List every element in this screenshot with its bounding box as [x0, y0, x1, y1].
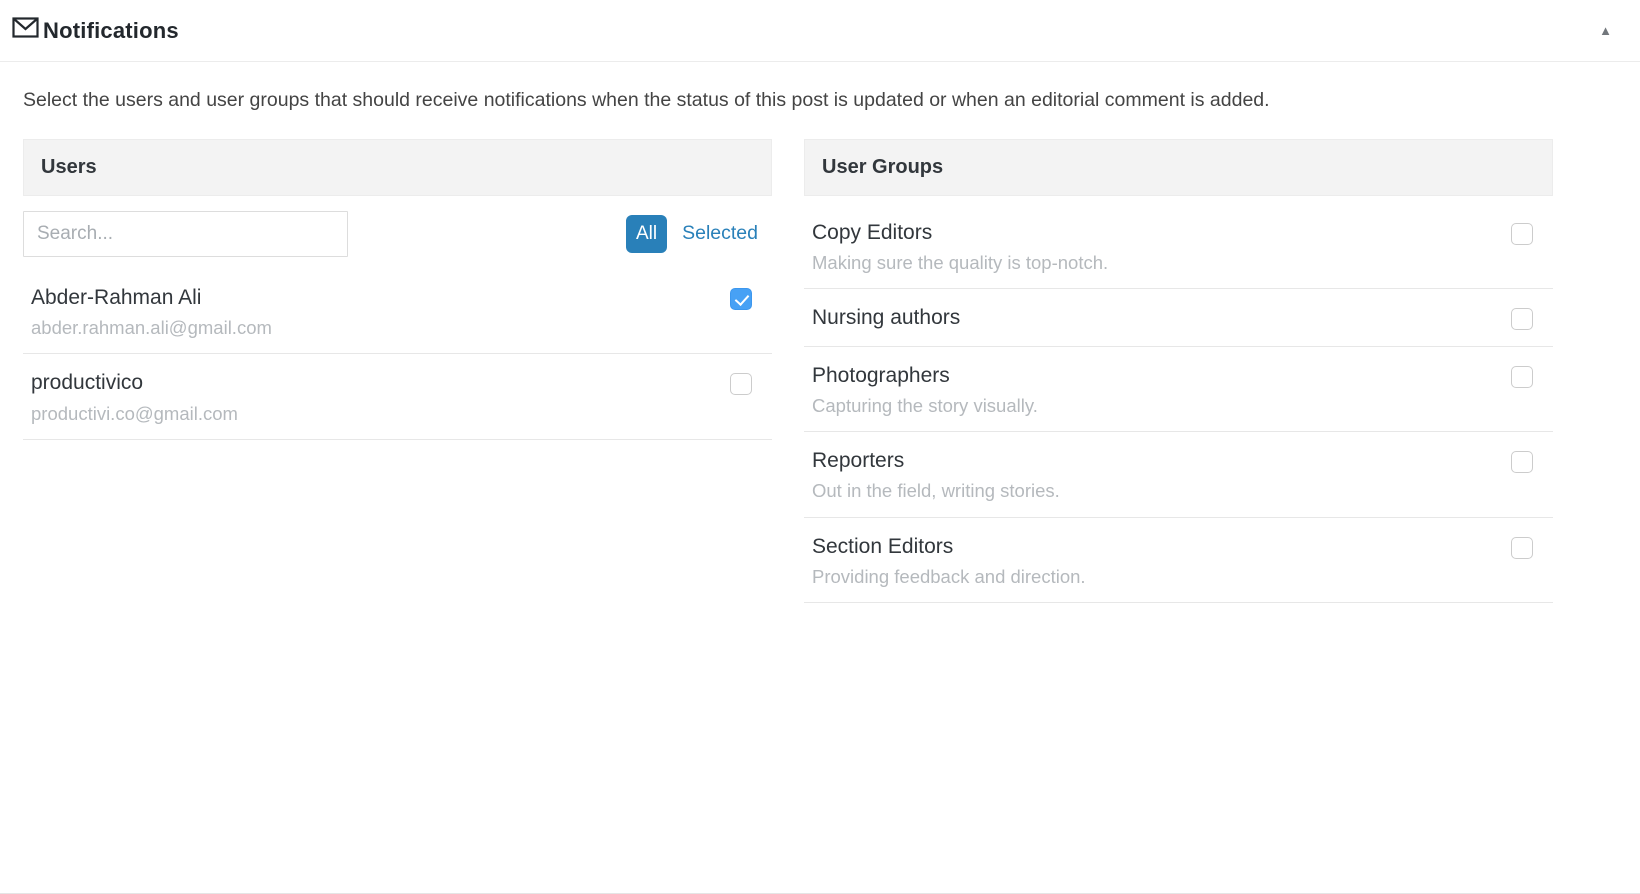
user-groups-list: Copy Editors Making sure the quality is …: [804, 196, 1553, 603]
users-search-input[interactable]: [23, 211, 348, 257]
envelope-icon: [12, 17, 39, 38]
user-name: productivico: [31, 370, 238, 396]
group-checkbox[interactable]: [1511, 537, 1533, 559]
group-list-item[interactable]: Section Editors Providing feedback and d…: [804, 518, 1553, 603]
group-list-item[interactable]: Nursing authors: [804, 289, 1553, 346]
users-panel-header: Users: [23, 139, 772, 196]
metabox-body: Select the users and user groups that sh…: [0, 62, 1640, 603]
group-name: Photographers: [812, 363, 1038, 389]
group-description: Capturing the story visually.: [812, 395, 1038, 417]
user-groups-panel-header: User Groups: [804, 139, 1553, 196]
user-email: productivi.co@gmail.com: [31, 403, 238, 425]
group-checkbox[interactable]: [1511, 366, 1533, 388]
group-description: Providing feedback and direction.: [812, 566, 1086, 588]
group-text: Section Editors Providing feedback and d…: [812, 534, 1086, 588]
notifications-description: Select the users and user groups that sh…: [23, 89, 1553, 112]
user-checkbox[interactable]: [730, 288, 752, 310]
group-name: Section Editors: [812, 534, 1086, 560]
collapse-toggle-icon[interactable]: ▲: [1593, 18, 1618, 43]
metabox-title: Notifications: [43, 18, 179, 44]
user-text: Abder-Rahman Ali abder.rahman.ali@gmail.…: [31, 285, 272, 339]
user-checkbox[interactable]: [730, 373, 752, 395]
users-toolbar: All Selected: [23, 211, 772, 257]
user-list-item[interactable]: Abder-Rahman Ali abder.rahman.ali@gmail.…: [23, 269, 772, 354]
group-text: Copy Editors Making sure the quality is …: [812, 220, 1108, 274]
group-name: Nursing authors: [812, 305, 960, 331]
group-checkbox[interactable]: [1511, 308, 1533, 330]
filter-all-button[interactable]: All: [626, 215, 667, 254]
user-groups-panel: User Groups Copy Editors Making sure the…: [804, 139, 1553, 603]
filter-selected-link[interactable]: Selected: [682, 222, 758, 245]
group-text: Nursing authors: [812, 305, 960, 331]
group-name: Reporters: [812, 448, 1060, 474]
metabox-header: Notifications ▲: [0, 0, 1640, 62]
users-filter-group: All Selected: [626, 215, 758, 254]
user-name: Abder-Rahman Ali: [31, 285, 272, 311]
user-email: abder.rahman.ali@gmail.com: [31, 317, 272, 339]
users-list: Abder-Rahman Ali abder.rahman.ali@gmail.…: [23, 269, 772, 440]
group-text: Reporters Out in the field, writing stor…: [812, 448, 1060, 502]
group-checkbox[interactable]: [1511, 451, 1533, 473]
group-description: Making sure the quality is top-notch.: [812, 252, 1108, 274]
group-checkbox[interactable]: [1511, 223, 1533, 245]
group-list-item[interactable]: Reporters Out in the field, writing stor…: [804, 432, 1553, 517]
group-list-item[interactable]: Copy Editors Making sure the quality is …: [804, 196, 1553, 289]
group-text: Photographers Capturing the story visual…: [812, 363, 1038, 417]
group-name: Copy Editors: [812, 220, 1108, 246]
notifications-metabox: Notifications ▲ Select the users and use…: [0, 0, 1640, 894]
group-list-item[interactable]: Photographers Capturing the story visual…: [804, 347, 1553, 432]
group-description: Out in the field, writing stories.: [812, 480, 1060, 502]
panels-container: Users All Selected Abder-Rahman Ali: [23, 139, 1553, 603]
users-panel: Users All Selected Abder-Rahman Ali: [23, 139, 772, 440]
user-list-item[interactable]: productivico productivi.co@gmail.com: [23, 354, 772, 439]
user-text: productivico productivi.co@gmail.com: [31, 370, 238, 424]
